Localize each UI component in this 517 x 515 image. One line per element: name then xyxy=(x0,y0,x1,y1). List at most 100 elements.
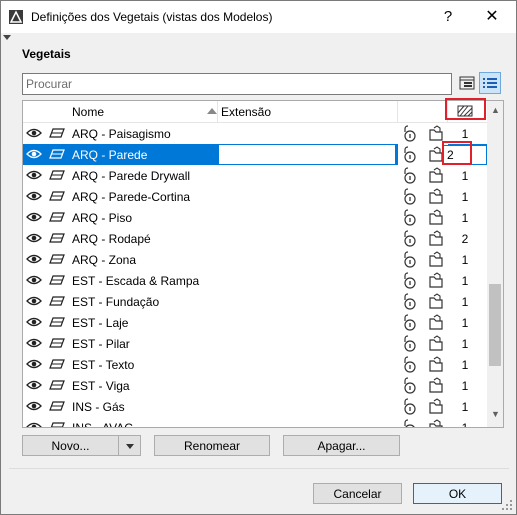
row-name: ARQ - Parede-Cortina xyxy=(72,190,191,204)
row-name: EST - Viga xyxy=(72,379,130,393)
folder-icon[interactable] xyxy=(428,356,444,373)
list-row[interactable]: EST - Laje 1 xyxy=(23,312,487,333)
eye-icon[interactable] xyxy=(26,148,42,160)
folder-icon[interactable] xyxy=(428,272,444,289)
eye-icon[interactable] xyxy=(26,253,42,265)
lock-icon[interactable] xyxy=(401,293,417,310)
list-row[interactable]: ARQ - Parede Drywall 1 xyxy=(23,165,487,186)
layer-icon xyxy=(49,337,65,349)
lock-icon[interactable] xyxy=(401,230,417,247)
lock-icon[interactable] xyxy=(401,314,417,331)
title-bar: Definições dos Vegetais (vistas dos Mode… xyxy=(1,1,516,33)
eye-icon[interactable] xyxy=(26,337,42,349)
eye-icon[interactable] xyxy=(26,190,42,202)
folder-icon[interactable] xyxy=(428,314,444,331)
folder-icon[interactable] xyxy=(428,230,444,247)
list-row[interactable]: ARQ - Parede-Cortina 1 xyxy=(23,186,487,207)
lock-icon[interactable] xyxy=(401,398,417,415)
row-name: ARQ - Zona xyxy=(72,253,137,267)
list-row[interactable]: EST - Viga 1 xyxy=(23,375,487,396)
eye-icon[interactable] xyxy=(26,316,42,328)
lock-icon[interactable] xyxy=(401,125,417,142)
rename-button[interactable]: Renomear xyxy=(154,435,270,456)
folder-icon[interactable] xyxy=(428,398,444,415)
layer-icon xyxy=(49,274,65,286)
layer-icon xyxy=(49,379,65,391)
new-dropdown-button[interactable] xyxy=(118,435,141,456)
ok-button[interactable]: OK xyxy=(413,483,502,504)
scroll-up-icon[interactable]: ▲ xyxy=(491,105,500,115)
new-button[interactable]: Novo... xyxy=(22,435,119,456)
row-value: 1 xyxy=(461,169,469,183)
eye-icon[interactable] xyxy=(26,169,42,181)
row-value: 1 xyxy=(461,358,469,372)
list-view-button[interactable] xyxy=(479,72,501,94)
layer-list[interactable]: Nome Extensão ARQ - Paisagismo 1 ARQ - Par… xyxy=(22,100,504,428)
eye-icon[interactable] xyxy=(26,400,42,412)
help-button[interactable]: ? xyxy=(433,5,463,29)
folder-icon[interactable] xyxy=(428,125,444,142)
lock-icon[interactable] xyxy=(401,377,417,394)
row-value: 2 xyxy=(461,232,469,246)
extension-field[interactable] xyxy=(219,145,395,164)
folder-icon[interactable] xyxy=(428,419,444,427)
folder-icon[interactable] xyxy=(428,209,444,226)
list-row[interactable]: EST - Fundação 1 xyxy=(23,291,487,312)
folder-icon[interactable] xyxy=(428,293,444,310)
eye-icon[interactable] xyxy=(26,421,42,427)
row-name: ARQ - Rodapé xyxy=(72,232,151,246)
collapse-icon[interactable] xyxy=(3,35,11,40)
list-row[interactable]: ARQ - Zona 1 xyxy=(23,249,487,270)
lock-icon[interactable] xyxy=(401,335,417,352)
lock-icon[interactable] xyxy=(401,356,417,373)
list-row[interactable]: EST - Texto 1 xyxy=(23,354,487,375)
eye-icon[interactable] xyxy=(26,379,42,391)
lock-icon[interactable] xyxy=(401,209,417,226)
eye-icon[interactable] xyxy=(26,295,42,307)
layer-icon xyxy=(49,190,65,202)
list-row[interactable]: EST - Escada & Rampa 1 xyxy=(23,270,487,291)
lock-icon[interactable] xyxy=(401,146,417,163)
list-row[interactable]: ARQ - Paisagismo 1 xyxy=(23,123,487,144)
row-value: 1 xyxy=(461,211,469,225)
list-row[interactable]: INS - AVAC 1 xyxy=(23,417,487,427)
eye-icon[interactable] xyxy=(26,232,42,244)
lock-icon[interactable] xyxy=(401,419,417,427)
resize-grip-icon[interactable] xyxy=(501,499,513,511)
column-extension[interactable]: Extensão xyxy=(221,105,271,119)
section-title: Vegetais xyxy=(22,47,71,61)
tree-view-icon[interactable] xyxy=(456,72,478,94)
eye-icon[interactable] xyxy=(26,358,42,370)
list-row[interactable]: ARQ - Parede 2 xyxy=(23,144,487,165)
row-name: ARQ - Piso xyxy=(72,211,133,225)
close-button[interactable]: ✕ xyxy=(477,5,507,29)
scroll-down-icon[interactable]: ▼ xyxy=(491,409,500,419)
eye-icon[interactable] xyxy=(26,211,42,223)
scroll-thumb[interactable] xyxy=(489,284,501,366)
sort-arrow-icon xyxy=(207,108,217,114)
folder-icon[interactable] xyxy=(428,167,444,184)
folder-icon[interactable] xyxy=(428,188,444,205)
column-name[interactable]: Nome xyxy=(72,105,104,119)
list-row[interactable]: INS - Gás 1 xyxy=(23,396,487,417)
layer-icon xyxy=(49,316,65,328)
folder-icon[interactable] xyxy=(428,335,444,352)
row-value: 1 xyxy=(461,316,469,330)
folder-icon[interactable] xyxy=(428,377,444,394)
list-row[interactable]: EST - Pilar 1 xyxy=(23,333,487,354)
eye-icon[interactable] xyxy=(26,127,42,139)
folder-icon[interactable] xyxy=(428,251,444,268)
eye-icon[interactable] xyxy=(26,274,42,286)
cancel-button[interactable]: Cancelar xyxy=(313,483,402,504)
list-row[interactable]: ARQ - Piso 1 xyxy=(23,207,487,228)
scrollbar[interactable]: ▲ ▼ xyxy=(487,101,503,427)
row-name: ARQ - Paisagismo xyxy=(72,127,171,141)
lock-icon[interactable] xyxy=(401,272,417,289)
lock-icon[interactable] xyxy=(401,251,417,268)
list-row[interactable]: ARQ - Rodapé 2 xyxy=(23,228,487,249)
lock-icon[interactable] xyxy=(401,167,417,184)
delete-button[interactable]: Apagar... xyxy=(283,435,400,456)
search-input[interactable]: Procurar xyxy=(22,73,452,95)
divider xyxy=(9,468,509,469)
lock-icon[interactable] xyxy=(401,188,417,205)
